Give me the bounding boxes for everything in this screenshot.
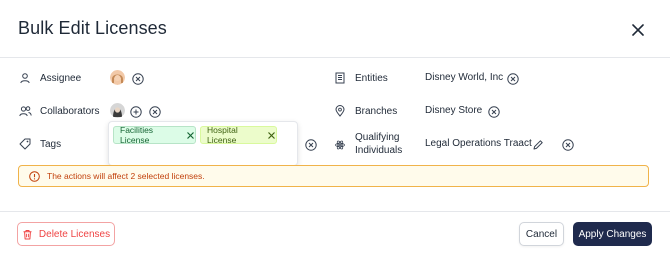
remove-circle-icon	[305, 139, 317, 151]
plus-circle-icon	[130, 106, 142, 118]
tag-chip-label: Facilities License	[120, 125, 154, 145]
remove-entity-button[interactable]	[507, 72, 519, 85]
remove-qualifying-button[interactable]	[562, 138, 574, 151]
qualifying-label-line2: Individuals	[355, 145, 403, 156]
branches-label: Branches	[355, 105, 398, 117]
collaborator-avatar[interactable]	[110, 103, 125, 118]
assignee-label-group: Assignee	[18, 71, 81, 85]
edit-qualifying-button[interactable]	[532, 138, 544, 150]
tag-chip-label: Hospital License	[207, 125, 238, 145]
collaborators-label: Collaborators	[40, 105, 100, 117]
assignee-avatar[interactable]	[110, 70, 125, 85]
delete-licenses-button[interactable]: Delete Licenses	[17, 222, 115, 246]
add-collaborator-button[interactable]	[130, 105, 142, 118]
branches-value: Disney Store	[425, 105, 483, 116]
cancel-button[interactable]: Cancel	[519, 222, 564, 246]
qualifying-label-line1: Qualifying	[355, 132, 400, 143]
remove-collaborator-button[interactable]	[149, 105, 161, 118]
clear-tags-button[interactable]	[305, 138, 317, 151]
remove-tag-icon[interactable]	[267, 131, 276, 140]
remove-branch-button[interactable]	[488, 105, 500, 118]
alert-text: The actions will affect 2 selected licen…	[47, 171, 205, 181]
atom-icon	[333, 138, 347, 152]
qualifying-label-group: Qualifying Individuals	[333, 131, 402, 157]
info-icon	[29, 170, 40, 182]
remove-circle-icon	[149, 106, 161, 118]
remove-circle-icon	[132, 73, 144, 85]
tags-input[interactable]: Facilities License Hospital License	[108, 121, 298, 166]
tag-chip-hospital-license: Hospital License	[200, 125, 277, 145]
dialog-header: Bulk Edit Licenses	[0, 0, 670, 58]
footer-divider	[0, 211, 670, 212]
remove-assignee-button[interactable]	[132, 72, 144, 85]
map-pin-icon	[333, 104, 347, 118]
user-icon	[18, 71, 32, 85]
tag-chip-facilities-license: Facilities License	[113, 125, 196, 145]
remove-circle-icon	[488, 106, 500, 118]
collaborators-label-group: Collaborators	[18, 104, 99, 118]
warning-alert: The actions will affect 2 selected licen…	[18, 165, 649, 187]
branches-label-group: Branches	[333, 104, 397, 118]
qualifying-value: Legal Operations Traact	[425, 138, 532, 149]
close-icon	[632, 24, 644, 36]
users-icon	[18, 104, 32, 118]
dialog-title: Bulk Edit Licenses	[18, 18, 167, 38]
remove-circle-icon	[507, 73, 519, 85]
trash-icon	[22, 229, 33, 240]
qualifying-label: Qualifying Individuals	[355, 131, 402, 157]
remove-tag-icon[interactable]	[186, 131, 195, 140]
entities-value: Disney World, Inc	[425, 72, 504, 83]
tags-label-group: Tags	[18, 137, 61, 151]
assignee-label: Assignee	[40, 72, 82, 84]
tag-icon	[18, 137, 32, 151]
tags-label: Tags	[40, 138, 62, 150]
delete-licenses-label: Delete Licenses	[38, 228, 111, 240]
entities-label-group: Entities	[333, 71, 388, 85]
apply-changes-button[interactable]: Apply Changes	[573, 222, 652, 246]
close-button[interactable]	[628, 20, 648, 40]
remove-circle-icon	[562, 139, 574, 151]
entities-label: Entities	[355, 72, 388, 84]
pencil-icon	[533, 140, 543, 150]
building-icon	[333, 71, 347, 85]
